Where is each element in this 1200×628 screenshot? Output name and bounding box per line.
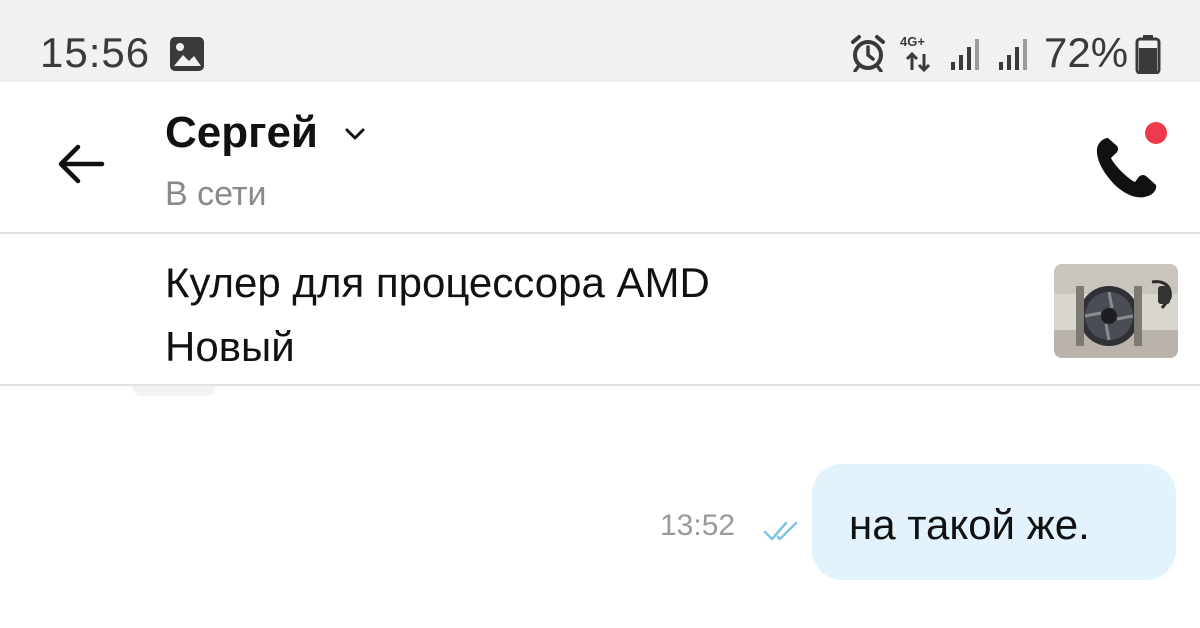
notification-dot bbox=[1145, 122, 1167, 144]
signal-icon bbox=[999, 39, 1027, 70]
message-text: на такой же. bbox=[849, 501, 1090, 548]
network-arrows-icon bbox=[905, 52, 931, 72]
status-bar: 15:56 4G+ 72% bbox=[0, 0, 1200, 82]
product-thumbnail[interactable] bbox=[1054, 264, 1178, 358]
alarm-icon bbox=[851, 35, 885, 72]
battery-percent: 72% bbox=[1044, 29, 1129, 76]
network-indicator: 4G+ bbox=[900, 34, 940, 74]
contact-status: В сети bbox=[165, 175, 267, 213]
chat-screen: 15:56 4G+ 72% Сергей В сети Кулер для пр… bbox=[0, 0, 1200, 628]
back-arrow-icon[interactable] bbox=[52, 138, 108, 190]
gallery-icon bbox=[170, 37, 204, 71]
network-label: 4G+ bbox=[900, 34, 925, 49]
contact-name[interactable]: Сергей bbox=[165, 108, 318, 158]
chevron-down-icon[interactable] bbox=[342, 124, 368, 144]
status-time: 15:56 bbox=[40, 29, 151, 76]
battery-icon bbox=[1135, 35, 1161, 74]
message-time: 13:52 bbox=[660, 509, 736, 542]
signal-icon bbox=[951, 39, 979, 70]
product-condition: Новый bbox=[165, 323, 295, 370]
chat-header: Сергей В сети bbox=[0, 82, 1200, 234]
double-check-icon bbox=[763, 521, 798, 541]
product-title: Кулер для процессора AMD bbox=[165, 259, 710, 306]
message-bubble[interactable]: на такой же. bbox=[812, 464, 1176, 580]
product-bar[interactable]: Кулер для процессора AMD Новый bbox=[0, 234, 1200, 386]
scroll-shadow bbox=[132, 386, 216, 396]
